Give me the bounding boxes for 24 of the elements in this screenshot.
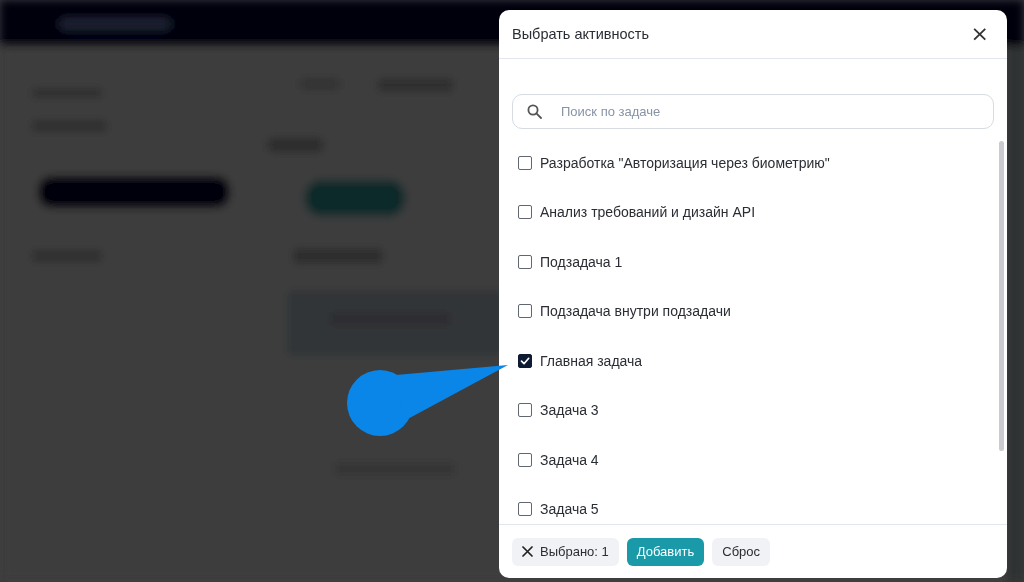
checkbox[interactable] [518,205,532,220]
checkbox[interactable] [518,403,532,418]
task-label[interactable]: Задача 5 [540,501,599,518]
checkbox[interactable] [518,353,532,368]
selected-count-chip[interactable]: Выбрано: 1 [512,537,619,566]
task-label[interactable]: Задача 4 [540,451,599,468]
dialog-title: Выбрать активность [512,26,649,42]
task-label[interactable]: Подзадача внутри подзадачи [540,303,731,320]
close-button[interactable]: × [968,23,991,45]
checkbox[interactable] [518,502,532,517]
task-label[interactable]: Разработка "Авторизация через биометрию" [540,154,830,171]
search-icon [527,104,542,119]
reset-button[interactable]: Сброс [712,537,771,566]
task-label[interactable]: Задача 3 [540,402,599,419]
checkbox[interactable] [518,304,532,319]
checkbox[interactable] [518,254,532,269]
task-label[interactable]: Подзадача 1 [540,253,623,270]
clear-icon [522,546,533,557]
checkbox[interactable] [518,155,532,170]
search-field[interactable]: Поиск по задаче [512,94,994,129]
task-label[interactable]: Анализ требований и дизайн API [540,204,756,221]
scrollbar-thumb[interactable] [999,141,1004,451]
checkbox[interactable] [518,452,532,467]
task-label[interactable]: Главная задача [540,352,643,369]
